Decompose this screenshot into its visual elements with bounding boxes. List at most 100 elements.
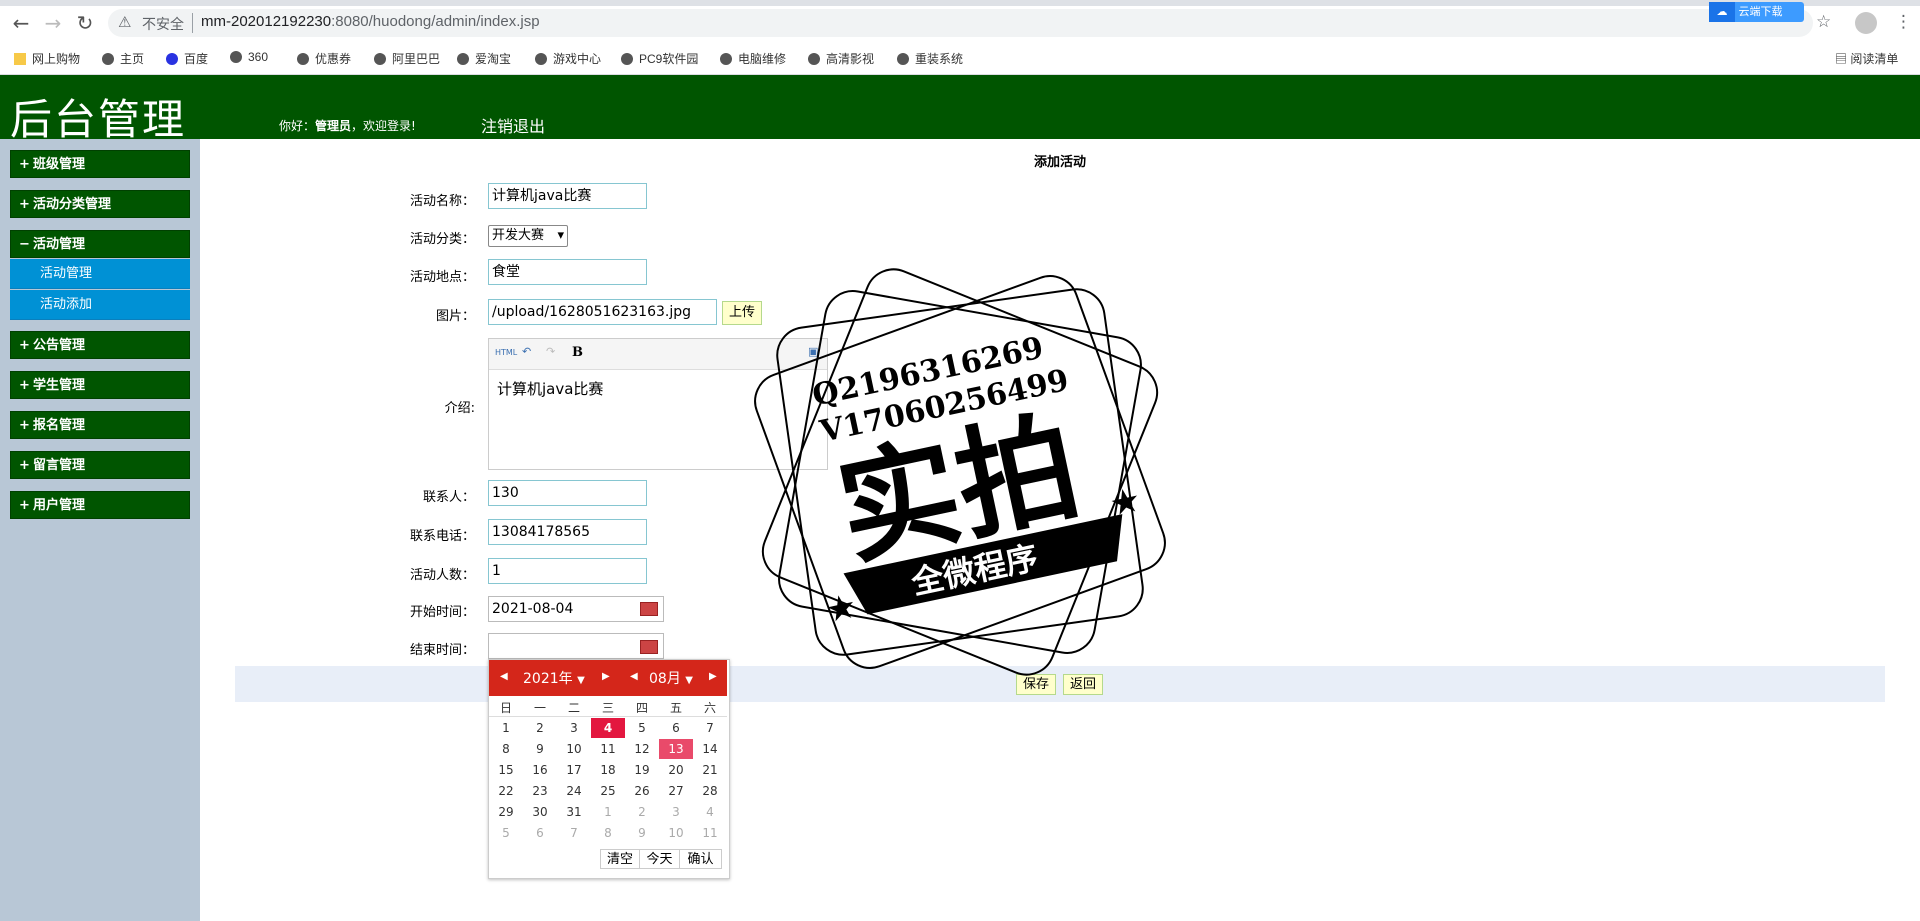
bold-icon[interactable]: B [572,345,583,360]
year-select[interactable]: 2021年 ▼ [523,668,585,688]
today-button[interactable]: 今天 [640,849,680,869]
reading-list-button[interactable]: ▤ 阅读清单 [1835,50,1898,67]
menu-activity-management[interactable]: − 活动管理 [10,230,190,258]
bookmark-item[interactable]: 高清影视 [808,50,874,67]
bookmark-item[interactable]: 游戏中心 [535,50,601,67]
calendar-day[interactable]: 29 [489,802,523,822]
calendar-day[interactable]: 12 [625,739,659,759]
calendar-day[interactable]: 18 [591,760,625,780]
calendar-day[interactable]: 24 [557,781,591,801]
calendar-day[interactable]: 13 [659,739,693,759]
contact-input[interactable]: 130 [488,480,647,506]
calendar-day[interactable]: 7 [693,718,727,738]
calendar-day[interactable]: 28 [693,781,727,801]
calendar-day[interactable]: 9 [625,823,659,843]
bookmark-item[interactable]: 优惠券 [297,50,351,67]
calendar-day[interactable]: 25 [591,781,625,801]
location-input[interactable]: 食堂 [488,259,647,285]
menu-student[interactable]: + 学生管理 [10,371,190,399]
redo-icon[interactable]: ↷ [546,345,555,358]
menu-activity-category[interactable]: + 活动分类管理 [10,190,190,218]
calendar-day[interactable]: 23 [523,781,557,801]
calendar-day[interactable]: 30 [523,802,557,822]
calendar-day[interactable]: 10 [557,739,591,759]
calendar-day[interactable]: 2 [625,802,659,822]
confirm-date-button[interactable]: 确认 [680,849,722,869]
calendar-day[interactable]: 8 [591,823,625,843]
prev-month-icon[interactable]: ◀ [630,671,638,682]
end-time-input[interactable] [488,633,664,659]
undo-icon[interactable]: ↶ [522,345,531,358]
calendar-day[interactable]: 4 [591,718,625,738]
calendar-day[interactable]: 20 [659,760,693,780]
sidebar-item-activity-add[interactable]: 活动添加 [10,290,190,320]
calendar-day[interactable]: 22 [489,781,523,801]
calendar-day[interactable]: 15 [489,760,523,780]
calendar-day[interactable]: 10 [659,823,693,843]
bookmark-item[interactable]: 网上购物 [14,50,80,67]
start-time-input[interactable]: 2021-08-04 [488,596,664,622]
calendar-icon[interactable] [640,602,658,616]
bookmark-item[interactable]: 重装系统 [897,50,963,67]
clear-date-button[interactable]: 清空 [600,849,640,869]
prev-year-icon[interactable]: ◀ [500,671,508,682]
html-source-icon[interactable]: HTML [495,348,517,357]
calendar-day[interactable]: 9 [523,739,557,759]
cloud-download-extension[interactable]: ☁ 云端下载 [1709,2,1804,22]
calendar-day[interactable]: 21 [693,760,727,780]
logout-link[interactable]: 注销退出 [481,113,545,137]
capacity-input[interactable]: 1 [488,558,647,584]
month-select[interactable]: 08月 ▼ [649,668,693,688]
bookmark-item[interactable]: 阿里巴巴 [374,50,440,67]
url-text[interactable]: mm-202012192230:8080/huodong/admin/index… [201,13,540,30]
browser-menu-icon[interactable]: ⋮ [1895,12,1912,32]
bookmark-item[interactable]: 电脑维修 [720,50,786,67]
next-month-icon[interactable]: ▶ [709,671,717,682]
calendar-day[interactable]: 6 [523,823,557,843]
bookmark-star-icon[interactable]: ☆ [1816,12,1831,32]
calendar-day[interactable]: 6 [659,718,693,738]
forward-icon[interactable]: → [40,12,66,34]
calendar-day[interactable]: 7 [557,823,591,843]
menu-user[interactable]: + 用户管理 [10,491,190,519]
bookmark-item[interactable]: PC9软件园 [621,50,698,67]
calendar-day[interactable]: 26 [625,781,659,801]
calendar-day[interactable]: 19 [625,760,659,780]
calendar-day[interactable]: 4 [693,802,727,822]
profile-avatar-icon[interactable] [1855,12,1877,34]
next-year-icon[interactable]: ▶ [602,671,610,682]
calendar-day[interactable]: 1 [591,802,625,822]
activity-name-input[interactable]: 计算机java比赛 [488,183,647,209]
back-icon[interactable]: ← [8,12,34,34]
calendar-day[interactable]: 16 [523,760,557,780]
menu-announcement[interactable]: + 公告管理 [10,331,190,359]
calendar-day[interactable]: 31 [557,802,591,822]
bookmark-item[interactable]: 360 [230,50,268,64]
calendar-day[interactable]: 5 [625,718,659,738]
phone-input[interactable]: 13084178565 [488,519,647,545]
sidebar-item-activity-list[interactable]: 活动管理 [10,259,190,289]
calendar-icon[interactable] [640,640,658,654]
category-select[interactable]: 开发大赛 [488,225,568,247]
menu-message[interactable]: + 留言管理 [10,451,190,479]
menu-class-management[interactable]: + 班级管理 [10,150,190,178]
calendar-day[interactable]: 11 [693,823,727,843]
bookmark-item[interactable]: 主页 [102,50,144,67]
calendar-day[interactable]: 8 [489,739,523,759]
bookmark-item[interactable]: 爱淘宝 [457,50,511,67]
calendar-day[interactable]: 1 [489,718,523,738]
reload-icon[interactable]: ↻ [72,12,98,34]
calendar-day[interactable]: 3 [557,718,591,738]
menu-registration[interactable]: + 报名管理 [10,411,190,439]
image-path-input[interactable]: /upload/1628051623163.jpg [488,299,717,325]
calendar-day[interactable]: 27 [659,781,693,801]
calendar-day[interactable]: 14 [693,739,727,759]
warning-icon[interactable]: ⚠ [118,13,131,31]
calendar-day[interactable]: 11 [591,739,625,759]
editor-content[interactable]: 计算机java比赛 [497,378,603,399]
bookmark-item[interactable]: 百度 [166,50,208,67]
calendar-day[interactable]: 5 [489,823,523,843]
calendar-day[interactable]: 3 [659,802,693,822]
calendar-day[interactable]: 2 [523,718,557,738]
calendar-day[interactable]: 17 [557,760,591,780]
